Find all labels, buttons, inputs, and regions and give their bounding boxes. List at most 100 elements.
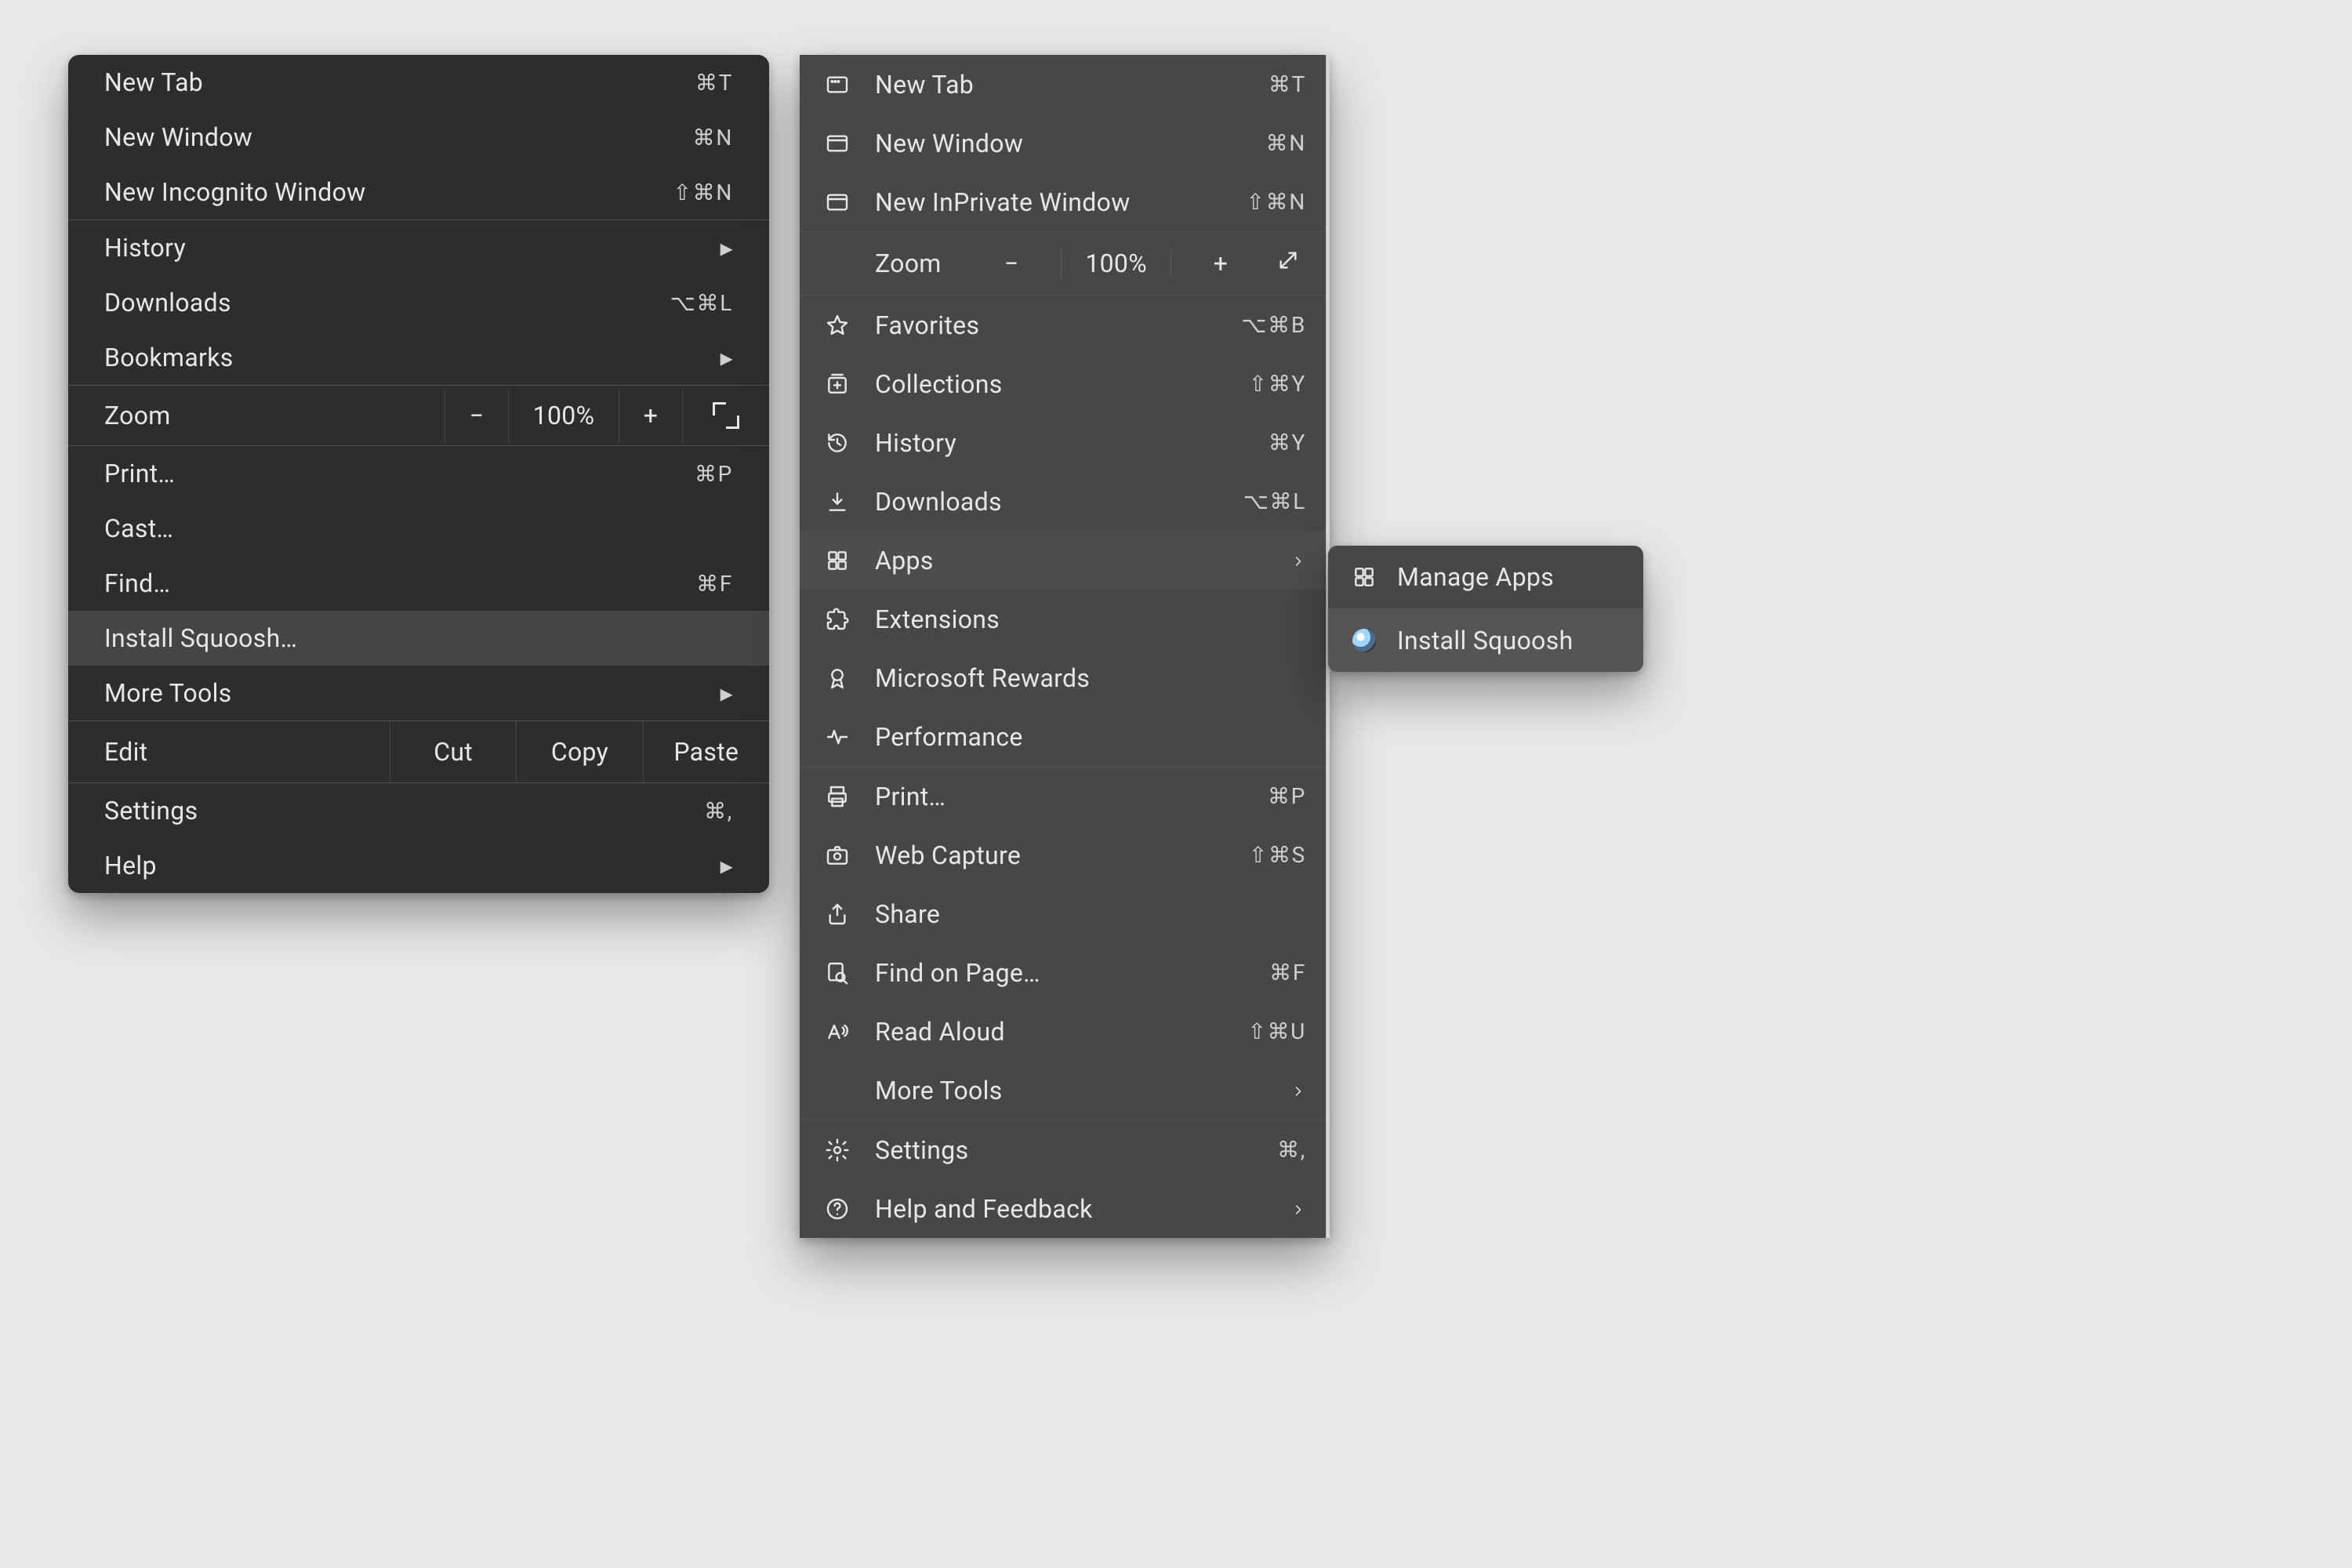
help-icon bbox=[823, 1195, 851, 1223]
shortcut: ⇧⌘U bbox=[1212, 1018, 1306, 1044]
label: New Tab bbox=[104, 67, 620, 97]
menu-item-performance[interactable]: Performance bbox=[800, 707, 1330, 766]
apps-icon bbox=[1350, 563, 1378, 591]
menu-item-more-tools[interactable]: More Tools bbox=[800, 1061, 1330, 1120]
collections-icon bbox=[823, 370, 851, 398]
label: Favorites bbox=[875, 310, 1193, 340]
menu-item-new-inprivate[interactable]: New InPrivate Window ⇧⌘N bbox=[800, 172, 1330, 231]
menu-item-print[interactable]: Print… ⌘P bbox=[68, 446, 769, 501]
squoosh-icon bbox=[1350, 626, 1378, 655]
menu-item-new-tab[interactable]: New Tab ⌘T bbox=[800, 55, 1330, 114]
label: Cast… bbox=[104, 514, 733, 543]
menu-item-settings[interactable]: Settings ⌘, bbox=[800, 1120, 1330, 1179]
copy-button[interactable]: Copy bbox=[516, 721, 642, 782]
shortcut: ⌥⌘B bbox=[1212, 312, 1306, 338]
apps-submenu: Manage Apps Install Squoosh bbox=[1328, 546, 1643, 672]
label: Help bbox=[104, 851, 702, 880]
shortcut: ⌥⌘L bbox=[639, 290, 733, 316]
shortcut: ⌘, bbox=[1212, 1137, 1306, 1163]
label: More Tools bbox=[875, 1076, 1272, 1105]
label: Print… bbox=[104, 459, 620, 488]
paste-button[interactable]: Paste bbox=[643, 721, 769, 782]
label: Find… bbox=[104, 568, 620, 598]
menu-item-cast[interactable]: Cast… bbox=[68, 501, 769, 556]
label: New Window bbox=[875, 129, 1193, 158]
download-icon bbox=[823, 488, 851, 516]
menu-item-bookmarks[interactable]: Bookmarks ▸ bbox=[68, 330, 769, 385]
menu-item-install-squoosh[interactable]: Install Squoosh… bbox=[68, 611, 769, 666]
print-icon bbox=[823, 782, 851, 811]
zoom-in-button[interactable]: + bbox=[1203, 249, 1239, 278]
fullscreen-button[interactable] bbox=[1270, 248, 1306, 279]
submenu-install-squoosh[interactable]: Install Squoosh bbox=[1328, 609, 1643, 672]
shortcut: ⌘F bbox=[1212, 960, 1306, 985]
apps-icon bbox=[823, 546, 851, 575]
label: Edit bbox=[68, 737, 371, 767]
rewards-icon bbox=[823, 664, 851, 692]
menu-item-history[interactable]: History ⌘Y bbox=[800, 413, 1330, 472]
label: Performance bbox=[875, 722, 1306, 752]
shortcut: ⌘T bbox=[639, 70, 733, 96]
menu-item-share[interactable]: Share bbox=[800, 884, 1330, 943]
shortcut: ⌘Y bbox=[1212, 430, 1306, 456]
label: Apps bbox=[875, 546, 1272, 575]
menu-item-print[interactable]: Print… ⌘P bbox=[800, 767, 1330, 826]
menu-item-more-tools[interactable]: More Tools ▸ bbox=[68, 666, 769, 720]
menu-item-downloads[interactable]: Downloads ⌥⌘L bbox=[800, 472, 1330, 531]
menu-item-find[interactable]: Find… ⌘F bbox=[68, 556, 769, 611]
menu-item-new-window[interactable]: New Window ⌘N bbox=[800, 114, 1330, 172]
label: Manage Apps bbox=[1397, 562, 1621, 592]
menu-item-read-aloud[interactable]: Read Aloud ⇧⌘U bbox=[800, 1002, 1330, 1061]
menu-item-new-tab[interactable]: New Tab ⌘T bbox=[68, 55, 769, 110]
label: Microsoft Rewards bbox=[875, 663, 1306, 693]
label: New Tab bbox=[875, 70, 1193, 100]
star-icon bbox=[823, 311, 851, 339]
submenu-arrow-icon: ▸ bbox=[720, 343, 733, 372]
menu-item-help[interactable]: Help and Feedback bbox=[800, 1179, 1330, 1238]
menu-item-web-capture[interactable]: Web Capture ⇧⌘S bbox=[800, 826, 1330, 884]
label: Share bbox=[875, 899, 1306, 929]
menu-item-help[interactable]: Help ▸ bbox=[68, 838, 769, 893]
shortcut: ⌘T bbox=[1212, 71, 1306, 97]
label: Web Capture bbox=[875, 840, 1193, 870]
chrome-menu: New Tab ⌘T New Window ⌘N New Incognito W… bbox=[68, 55, 769, 893]
label: More Tools bbox=[104, 678, 702, 708]
zoom-in-button[interactable]: + bbox=[619, 388, 682, 443]
menu-item-settings[interactable]: Settings ⌘, bbox=[68, 783, 769, 838]
label: Print… bbox=[875, 782, 1193, 811]
menu-item-collections[interactable]: Collections ⇧⌘Y bbox=[800, 354, 1330, 413]
submenu-arrow-icon bbox=[1290, 546, 1306, 575]
submenu-manage-apps[interactable]: Manage Apps bbox=[1328, 546, 1643, 608]
label: History bbox=[875, 428, 1193, 458]
zoom-row: Zoom − 100% + bbox=[68, 386, 769, 445]
label: Bookmarks bbox=[104, 343, 702, 372]
submenu-arrow-icon: ▸ bbox=[720, 678, 733, 708]
capture-icon bbox=[823, 841, 851, 869]
menu-item-find[interactable]: Find on Page… ⌘F bbox=[800, 943, 1330, 1002]
window-icon bbox=[823, 129, 851, 158]
menu-item-favorites[interactable]: Favorites ⌥⌘B bbox=[800, 296, 1330, 354]
menu-item-rewards[interactable]: Microsoft Rewards bbox=[800, 648, 1330, 707]
cut-button[interactable]: Cut bbox=[390, 721, 516, 782]
zoom-out-button[interactable]: − bbox=[445, 388, 508, 443]
edge-menu: New Tab ⌘T New Window ⌘N New InPrivate W… bbox=[800, 55, 1330, 1238]
label: Install Squoosh… bbox=[104, 623, 733, 653]
label: Settings bbox=[875, 1135, 1193, 1165]
zoom-value: 100% bbox=[1061, 249, 1171, 278]
menu-item-apps[interactable]: Apps bbox=[800, 531, 1330, 590]
label: Settings bbox=[104, 796, 620, 826]
fullscreen-button[interactable] bbox=[682, 388, 769, 443]
label: History bbox=[104, 233, 702, 263]
menu-item-new-window[interactable]: New Window ⌘N bbox=[68, 110, 769, 165]
shortcut: ⌘P bbox=[1212, 783, 1306, 809]
shortcut: ⌥⌘L bbox=[1212, 488, 1306, 514]
menu-item-history[interactable]: History ▸ bbox=[68, 220, 769, 275]
shortcut: ⇧⌘Y bbox=[1212, 371, 1306, 397]
menu-item-new-incognito[interactable]: New Incognito Window ⇧⌘N bbox=[68, 165, 769, 220]
read-aloud-icon bbox=[823, 1018, 851, 1046]
shortcut: ⌘, bbox=[639, 798, 733, 824]
zoom-value: 100% bbox=[508, 388, 619, 443]
zoom-out-button[interactable]: − bbox=[993, 249, 1029, 278]
menu-item-extensions[interactable]: Extensions bbox=[800, 590, 1330, 648]
menu-item-downloads[interactable]: Downloads ⌥⌘L bbox=[68, 275, 769, 330]
